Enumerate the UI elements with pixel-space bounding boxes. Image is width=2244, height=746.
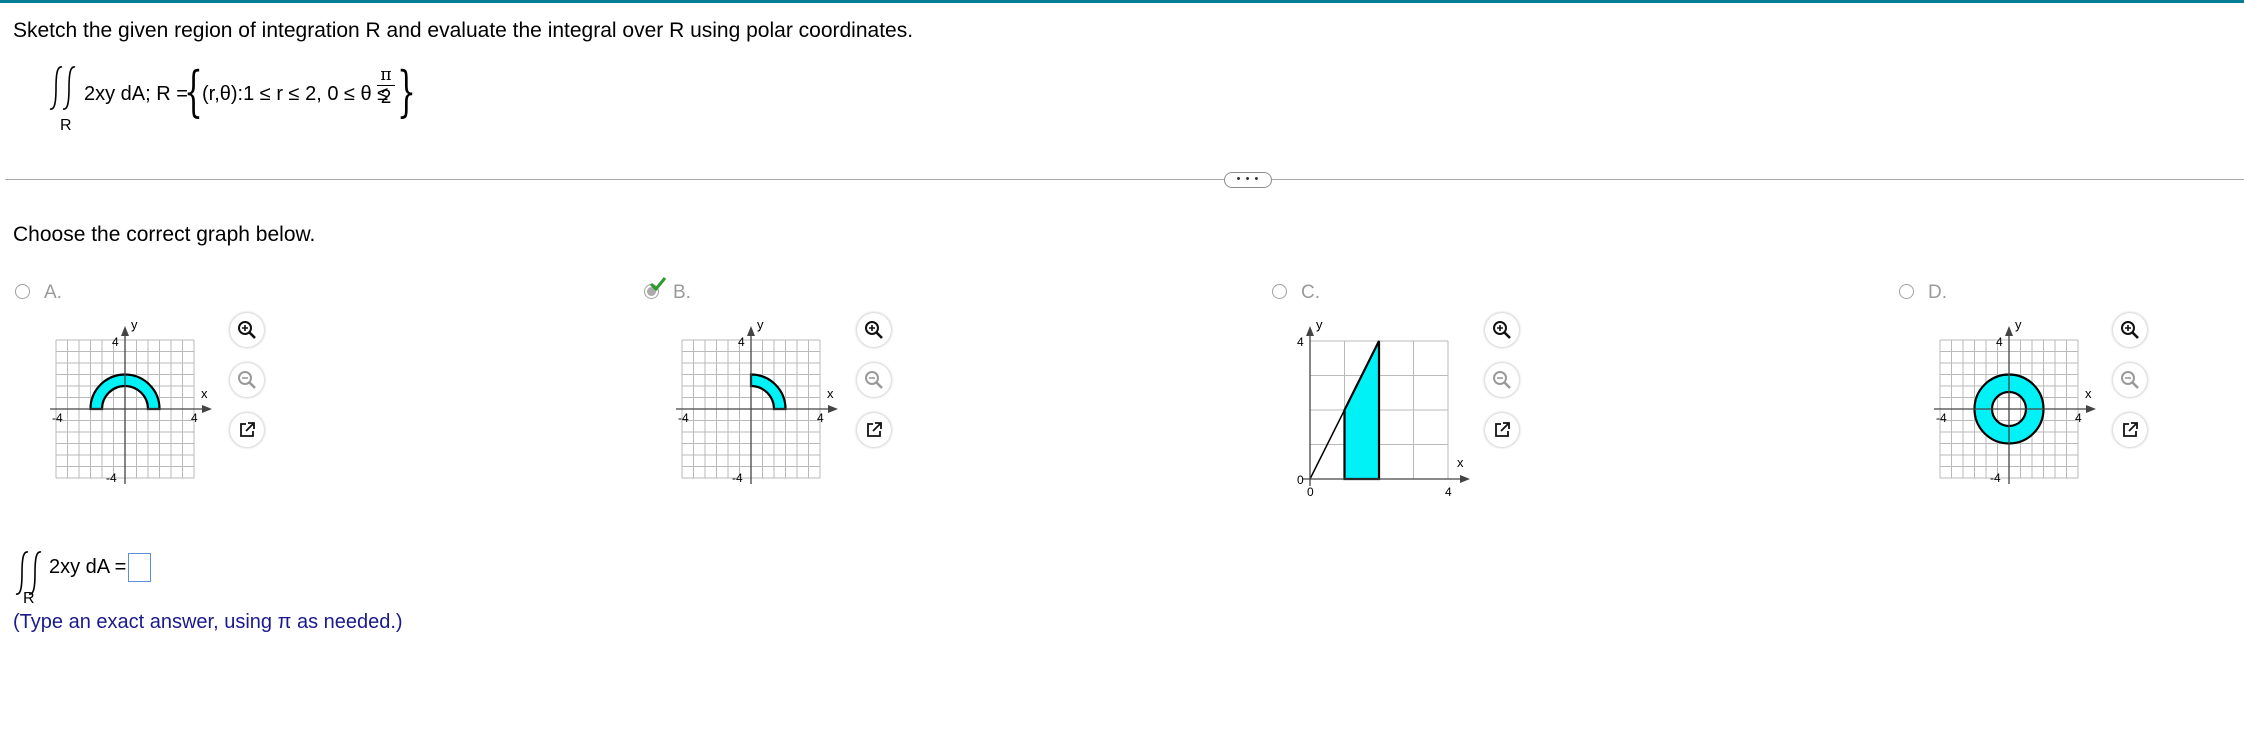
choose-prompt: Choose the correct graph below. <box>13 223 316 246</box>
option-c-label: C. <box>1301 282 1320 303</box>
option-c[interactable]: C. <box>1272 282 1332 306</box>
zoom-out-button-c[interactable] <box>1485 363 1519 397</box>
zoom-out-icon <box>865 371 883 389</box>
graph-a-tick-x-pos: 4 <box>191 411 198 425</box>
zoom-in-icon <box>1493 321 1511 339</box>
graph-c-y-label: y <box>1316 317 1323 332</box>
graph-a-x-label: x <box>201 386 208 401</box>
external-link-icon <box>1495 422 1510 437</box>
open-graph-button-a[interactable] <box>230 413 264 447</box>
graph-d-tick-x-pos: 4 <box>2075 411 2082 425</box>
fraction-pi-over-2: π 2 <box>377 65 395 110</box>
zoom-out-button-d[interactable] <box>2113 363 2147 397</box>
graph-c-x-label: x <box>1457 455 1464 470</box>
question-instruction: Sketch the given region of integration R… <box>13 19 914 42</box>
graph-b-y-label: y <box>757 317 764 332</box>
zoom-out-icon <box>2121 371 2139 389</box>
graph-d-tick-x-neg: -4 <box>1936 411 1947 425</box>
option-d[interactable]: D. <box>1899 282 1959 306</box>
right-brace: } <box>397 60 416 123</box>
section-divider <box>5 179 2244 180</box>
graph-b-tick-x-pos: 4 <box>817 411 824 425</box>
show-more-button[interactable]: • • • <box>1224 172 1272 188</box>
question-expression: R 2xy dA; R = { (r,θ):1 ≤ r ≤ 2, 0 ≤ θ ≤… <box>47 59 427 139</box>
zoom-in-button-b[interactable] <box>857 313 891 347</box>
option-a-label: A. <box>44 282 62 303</box>
region-text: (r,θ):1 ≤ r ≤ 2, 0 ≤ θ ≤ <box>202 83 389 105</box>
zoom-in-icon <box>865 321 883 339</box>
external-link-icon <box>867 422 882 437</box>
option-b-label: B. <box>673 282 691 303</box>
radio-a[interactable] <box>15 284 30 299</box>
top-accent-bar <box>0 0 2244 3</box>
zoom-in-button-c[interactable] <box>1485 313 1519 347</box>
graph-a-tick-x-neg: -4 <box>52 411 63 425</box>
option-d-label: D. <box>1928 282 1947 303</box>
zoom-out-button-a[interactable] <box>230 363 264 397</box>
open-graph-button-b[interactable] <box>857 413 891 447</box>
answer-hint: (Type an exact answer, using π as needed… <box>13 611 403 633</box>
graph-c: y x 4 0 0 4 <box>1297 317 1470 497</box>
answer-subscript-r: R <box>23 590 35 607</box>
checkmark-icon <box>649 277 667 292</box>
open-graph-button-d[interactable] <box>2113 413 2147 447</box>
answer-expression: R 2xy dA = <box>13 548 213 608</box>
graph-d: y x 4 -4 -4 4 <box>1934 317 2096 485</box>
zoom-out-icon <box>1493 371 1511 389</box>
external-link-icon <box>240 422 255 437</box>
graph-d-tick-y-neg: -4 <box>1990 471 2001 485</box>
left-brace: { <box>184 60 203 123</box>
graph-a-tick-y-neg: -4 <box>106 471 117 485</box>
radio-c[interactable] <box>1272 284 1287 299</box>
graph-a-y-label: y <box>131 317 138 332</box>
graph-a: y x 4 -4 -4 4 <box>50 317 212 485</box>
answer-integrand: 2xy dA = <box>49 556 127 578</box>
radio-d[interactable] <box>1899 284 1914 299</box>
fraction-numerator: π <box>380 65 392 85</box>
graph-d-x-label: x <box>2085 386 2092 401</box>
option-a[interactable]: A. <box>15 282 75 306</box>
graph-c-tick-x-zero: 0 <box>1307 485 1314 497</box>
answer-input[interactable] <box>128 553 151 582</box>
zoom-out-button-b[interactable] <box>857 363 891 397</box>
graph-d-y-label: y <box>2015 317 2022 332</box>
fraction-denominator: 2 <box>377 85 395 110</box>
zoom-in-button-a[interactable] <box>230 313 264 347</box>
graph-c-tick-x-right: 4 <box>1445 485 1452 497</box>
graph-b-tick-y-neg: -4 <box>732 471 743 485</box>
graph-a-tick-y-pos: 4 <box>112 335 119 349</box>
option-b[interactable]: B. <box>644 277 704 306</box>
double-integral-icon <box>49 66 76 110</box>
zoom-in-icon <box>2121 321 2139 339</box>
integrand-text: 2xy dA; R = <box>84 83 188 105</box>
graph-d-tick-y-pos: 4 <box>1996 335 2003 349</box>
graph-b-x-label: x <box>827 386 834 401</box>
graph-b-tick-y-pos: 4 <box>738 335 745 349</box>
graph-b: y x 4 -4 -4 4 <box>676 317 838 485</box>
zoom-in-icon <box>238 321 256 339</box>
external-link-icon <box>2123 422 2138 437</box>
zoom-out-icon <box>238 371 256 389</box>
graph-c-tick-y-zero: 0 <box>1297 473 1304 487</box>
graph-c-region <box>1343 340 1381 481</box>
graph-b-tick-x-neg: -4 <box>678 411 689 425</box>
integral-subscript-r: R <box>60 117 72 134</box>
zoom-in-button-d[interactable] <box>2113 313 2147 347</box>
graph-c-tick-y-top: 4 <box>1297 335 1304 349</box>
open-graph-button-c[interactable] <box>1485 413 1519 447</box>
graph-b-region <box>749 373 787 411</box>
